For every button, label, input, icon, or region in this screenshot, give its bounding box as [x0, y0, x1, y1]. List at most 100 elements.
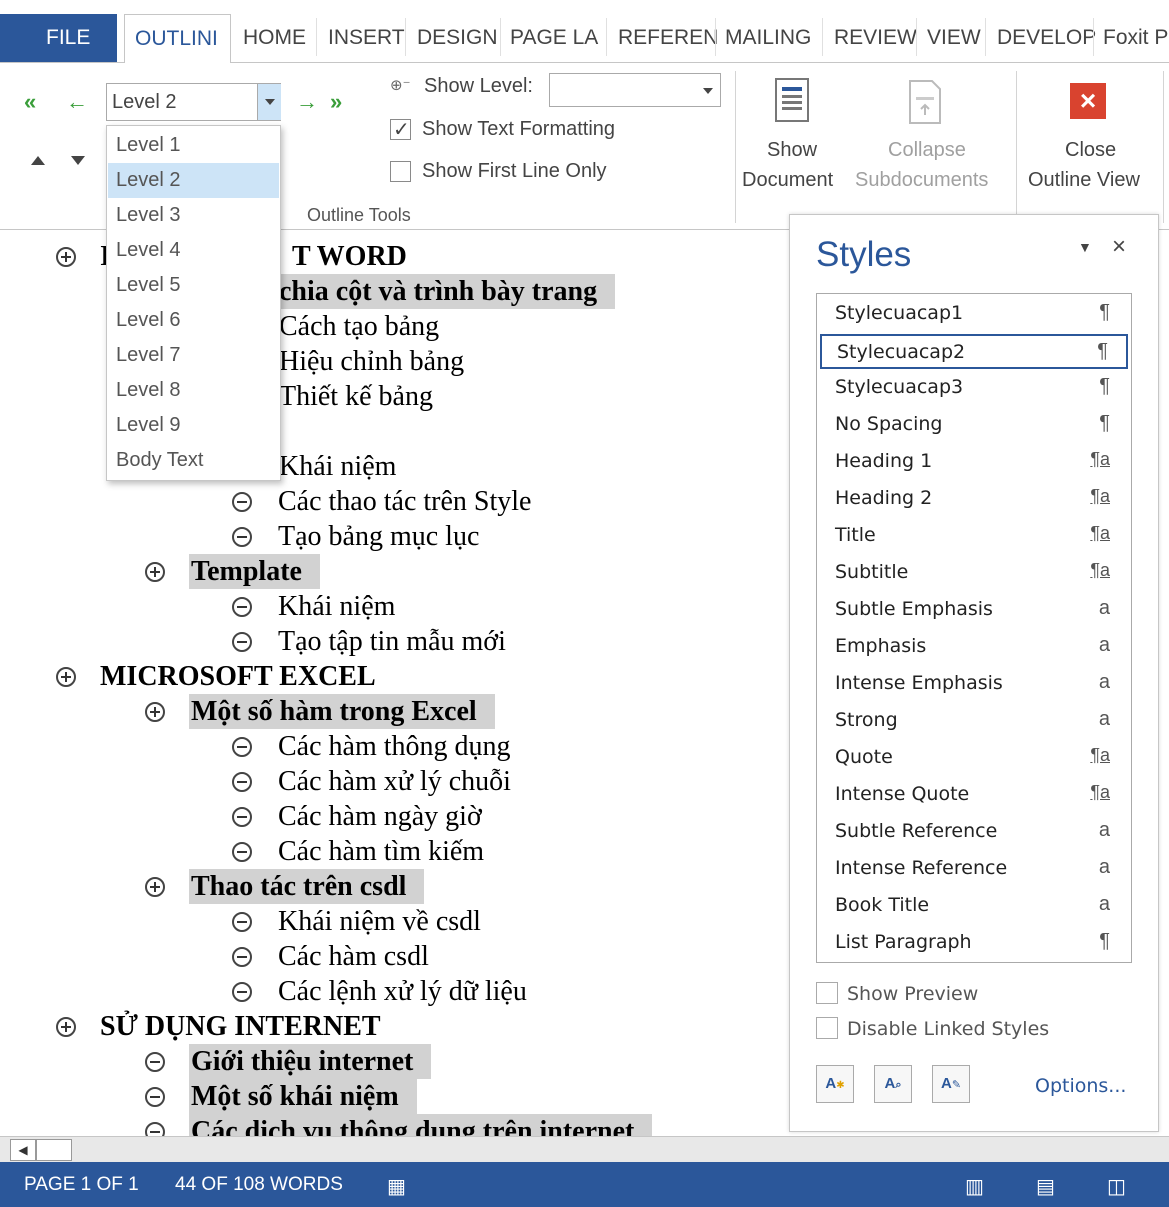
outline-text: MICROSOFT EXCEL	[100, 661, 376, 692]
style-item[interactable]: Title ¶a	[820, 519, 1128, 554]
level-option[interactable]: Level 9	[108, 408, 279, 443]
tab-view[interactable]: VIEW	[917, 14, 981, 62]
tab-developer[interactable]: DEVELOP	[987, 14, 1096, 62]
collapse-subdocuments-button[interactable]: Collapse Subdocuments	[853, 69, 1003, 199]
outline-text: Các hàm thông dụng	[278, 731, 511, 762]
collapse-minus-icon[interactable]	[232, 982, 252, 1002]
style-item[interactable]: Heading 2 ¶a	[820, 482, 1128, 517]
outline-text: Một số khái niệm	[189, 1079, 417, 1114]
style-item[interactable]: List Paragraph ¶	[820, 926, 1128, 961]
tab-file[interactable]: FILE	[0, 14, 117, 62]
web-layout-icon[interactable]: ◫	[1107, 1174, 1126, 1199]
horizontal-scrollbar[interactable]: ◀	[0, 1136, 1169, 1162]
style-item[interactable]: Intense Reference a	[820, 852, 1128, 887]
style-item[interactable]: Stylecuacap1 ¶	[820, 297, 1128, 332]
word-count[interactable]: 44 OF 108 WORDS	[175, 1174, 343, 1196]
collapse-minus-icon[interactable]	[232, 527, 252, 547]
read-mode-icon[interactable]: ▥	[965, 1174, 984, 1199]
show-level-combo[interactable]	[549, 73, 721, 107]
level-option[interactable]: Level 8	[108, 373, 279, 408]
collapse-minus-icon[interactable]	[232, 492, 252, 512]
scroll-left-button[interactable]: ◀	[10, 1139, 36, 1161]
character-style-icon: a	[1098, 893, 1110, 915]
close-outline-view-button[interactable]: × Close Outline View	[1024, 69, 1154, 199]
collapse-minus-icon[interactable]	[232, 772, 252, 792]
scroll-thumb[interactable]	[36, 1139, 72, 1161]
collapse-minus-icon[interactable]	[232, 842, 252, 862]
pane-options-chevron-icon[interactable]: ▼	[1078, 239, 1092, 255]
collapse-minus-icon[interactable]	[145, 1122, 165, 1136]
collapse-minus-icon[interactable]	[232, 807, 252, 827]
style-item[interactable]: Quote ¶a	[820, 741, 1128, 776]
tab-design[interactable]: DESIGN	[407, 14, 498, 62]
level-option[interactable]: Level 5	[108, 268, 279, 303]
options-link[interactable]: Options...	[1035, 1075, 1126, 1097]
collapse-minus-icon[interactable]	[232, 737, 252, 757]
level-option-selected[interactable]: Level 2	[108, 163, 279, 198]
proofing-icon[interactable]: ▦	[387, 1174, 406, 1199]
expand-plus-icon[interactable]	[56, 247, 76, 267]
demote-to-body-text-icon[interactable]: »	[330, 89, 342, 115]
collapse-minus-icon[interactable]	[232, 912, 252, 932]
style-item[interactable]: Book Title a	[820, 889, 1128, 924]
style-item[interactable]: Subtitle ¶a	[820, 556, 1128, 591]
new-style-button[interactable]: A✱	[816, 1065, 854, 1103]
level-option[interactable]: Level 1	[108, 128, 279, 163]
tab-home[interactable]: HOME	[233, 14, 306, 62]
outline-text: Các hàm tìm kiếm	[278, 836, 485, 867]
tab-references[interactable]: REFEREN	[608, 14, 718, 62]
expand-plus-icon[interactable]	[145, 562, 165, 582]
style-item[interactable]: Strong a	[820, 704, 1128, 739]
style-item[interactable]: Heading 1 ¶a	[820, 445, 1128, 480]
print-layout-icon[interactable]: ▤	[1036, 1174, 1055, 1199]
close-icon[interactable]: ×	[1112, 233, 1126, 261]
style-name: Stylecuacap1	[835, 302, 964, 324]
collapse-minus-icon[interactable]	[145, 1087, 165, 1107]
show-document-button[interactable]: Show Document	[741, 69, 846, 199]
outline-text: SỬ DỤNG INTERNET	[100, 1011, 381, 1042]
expand-plus-icon[interactable]	[145, 702, 165, 722]
outline-level-combo[interactable]: Level 2	[106, 83, 281, 121]
move-up-icon[interactable]	[31, 156, 45, 165]
style-item-selected[interactable]: Stylecuacap2 ¶	[820, 334, 1128, 369]
collapse-minus-icon[interactable]	[232, 632, 252, 652]
style-item[interactable]: Intense Emphasis a	[820, 667, 1128, 702]
collapse-minus-icon[interactable]	[145, 1052, 165, 1072]
outline-level-dropdown-button[interactable]	[257, 84, 281, 120]
level-option[interactable]: Level 3	[108, 198, 279, 233]
tab-insert[interactable]: INSERT	[318, 14, 405, 62]
style-item[interactable]: Subtle Emphasis a	[820, 593, 1128, 628]
style-inspector-button[interactable]: A⌕	[874, 1065, 912, 1103]
disable-linked-styles-checkbox[interactable]	[816, 1017, 838, 1039]
style-item[interactable]: No Spacing ¶	[820, 408, 1128, 443]
show-level-label: Show Level:	[424, 75, 533, 97]
tab-outlining[interactable]: OUTLINI	[124, 14, 231, 63]
tab-mailings[interactable]: MAILING	[715, 14, 811, 62]
expand-plus-icon[interactable]	[56, 667, 76, 687]
style-item[interactable]: Stylecuacap3 ¶	[820, 371, 1128, 406]
show-text-formatting-checkbox[interactable]	[390, 117, 411, 142]
show-preview-checkbox[interactable]	[816, 982, 838, 1004]
level-option[interactable]: Body Text	[108, 443, 279, 478]
style-item[interactable]: Intense Quote ¶a	[820, 778, 1128, 813]
tab-page-layout[interactable]: PAGE LA	[500, 14, 598, 62]
collapse-minus-icon[interactable]	[232, 947, 252, 967]
tab-foxit[interactable]: Foxit P	[1093, 14, 1168, 62]
expand-plus-icon[interactable]	[56, 1017, 76, 1037]
tab-review[interactable]: REVIEW	[824, 14, 917, 62]
level-option[interactable]: Level 4	[108, 233, 279, 268]
page-count[interactable]: PAGE 1 OF 1	[24, 1174, 139, 1196]
promote-icon[interactable]: ←	[66, 89, 88, 115]
demote-icon[interactable]: →	[296, 89, 318, 115]
show-first-line-only-checkbox[interactable]	[390, 161, 411, 182]
style-item[interactable]: Emphasis a	[820, 630, 1128, 665]
level-option[interactable]: Level 6	[108, 303, 279, 338]
collapse-minus-icon[interactable]	[232, 597, 252, 617]
promote-to-heading-1-icon[interactable]: «	[24, 89, 36, 115]
style-item[interactable]: Subtle Reference a	[820, 815, 1128, 850]
style-name: Stylecuacap2	[837, 341, 966, 363]
manage-styles-button[interactable]: A✎	[932, 1065, 970, 1103]
level-option[interactable]: Level 7	[108, 338, 279, 373]
move-down-icon[interactable]	[71, 156, 85, 165]
expand-plus-icon[interactable]	[145, 877, 165, 897]
